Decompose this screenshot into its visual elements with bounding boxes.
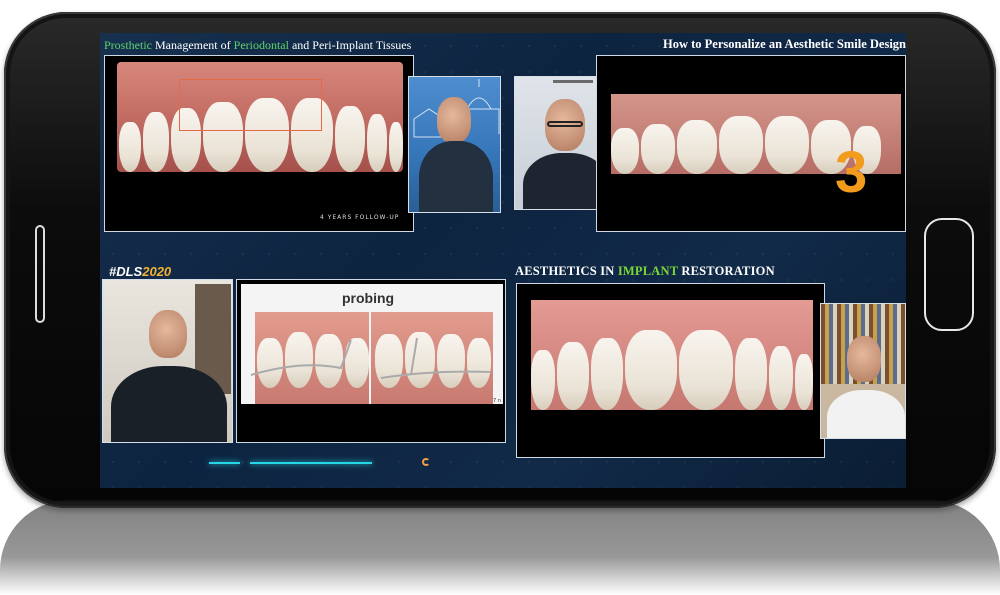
event-hashtag: #DLS2020	[109, 264, 172, 279]
participant-4-shirt	[827, 390, 905, 438]
video-screen: Prosthetic Management of Periodontal and…	[100, 33, 906, 488]
top-left-title: Prosthetic Management of Periodontal and…	[104, 38, 412, 52]
bottom-right-slide	[516, 283, 825, 458]
bottom-left-panel: #DLS2020 probing 7 n	[100, 262, 506, 488]
speaker-slot-icon	[35, 225, 45, 323]
participant-1-face	[437, 97, 471, 143]
step-number: 3	[835, 140, 868, 205]
implant-teeth	[531, 328, 813, 410]
phone-reflection	[0, 500, 1000, 595]
top-right-title: How to Personalize an Aesthetic Smile De…	[662, 37, 906, 51]
progress-glow-1	[209, 462, 240, 464]
glasses	[547, 121, 583, 127]
progress-glow-2	[250, 462, 372, 464]
slide-corner-label: 7 n	[493, 398, 501, 404]
participant-4-face	[847, 336, 881, 382]
top-left-panel: Prosthetic Management of Periodontal and…	[100, 33, 503, 260]
bottom-right-panel: AESTHETICS IN IMPLANT RESTORATION	[510, 262, 906, 488]
top-right-slide: 3	[596, 55, 906, 232]
top-left-slide: 4 YEARS FOLLOW-UP	[104, 55, 414, 232]
badge	[553, 80, 593, 83]
loading-spinner-icon	[422, 458, 430, 466]
webcam-participant-4	[820, 303, 906, 439]
webcam-participant-1	[408, 76, 501, 213]
slide-heading: probing	[342, 290, 395, 306]
participant-3-face	[149, 310, 187, 358]
bottom-left-slide: probing 7 n	[236, 279, 506, 443]
participant-1-shirt	[419, 141, 493, 212]
probe-instruments	[250, 337, 492, 379]
top-right-panel: How to Personalize an Aesthetic Smile De…	[506, 33, 906, 260]
highlight-box	[179, 79, 322, 131]
home-button-icon[interactable]	[924, 218, 974, 331]
bottom-right-title: AESTHETICS IN IMPLANT RESTORATION	[515, 264, 775, 278]
webcam-participant-3	[102, 279, 233, 443]
participant-3-shirt	[111, 366, 227, 442]
slide-caption: 4 YEARS FOLLOW-UP	[320, 214, 400, 221]
